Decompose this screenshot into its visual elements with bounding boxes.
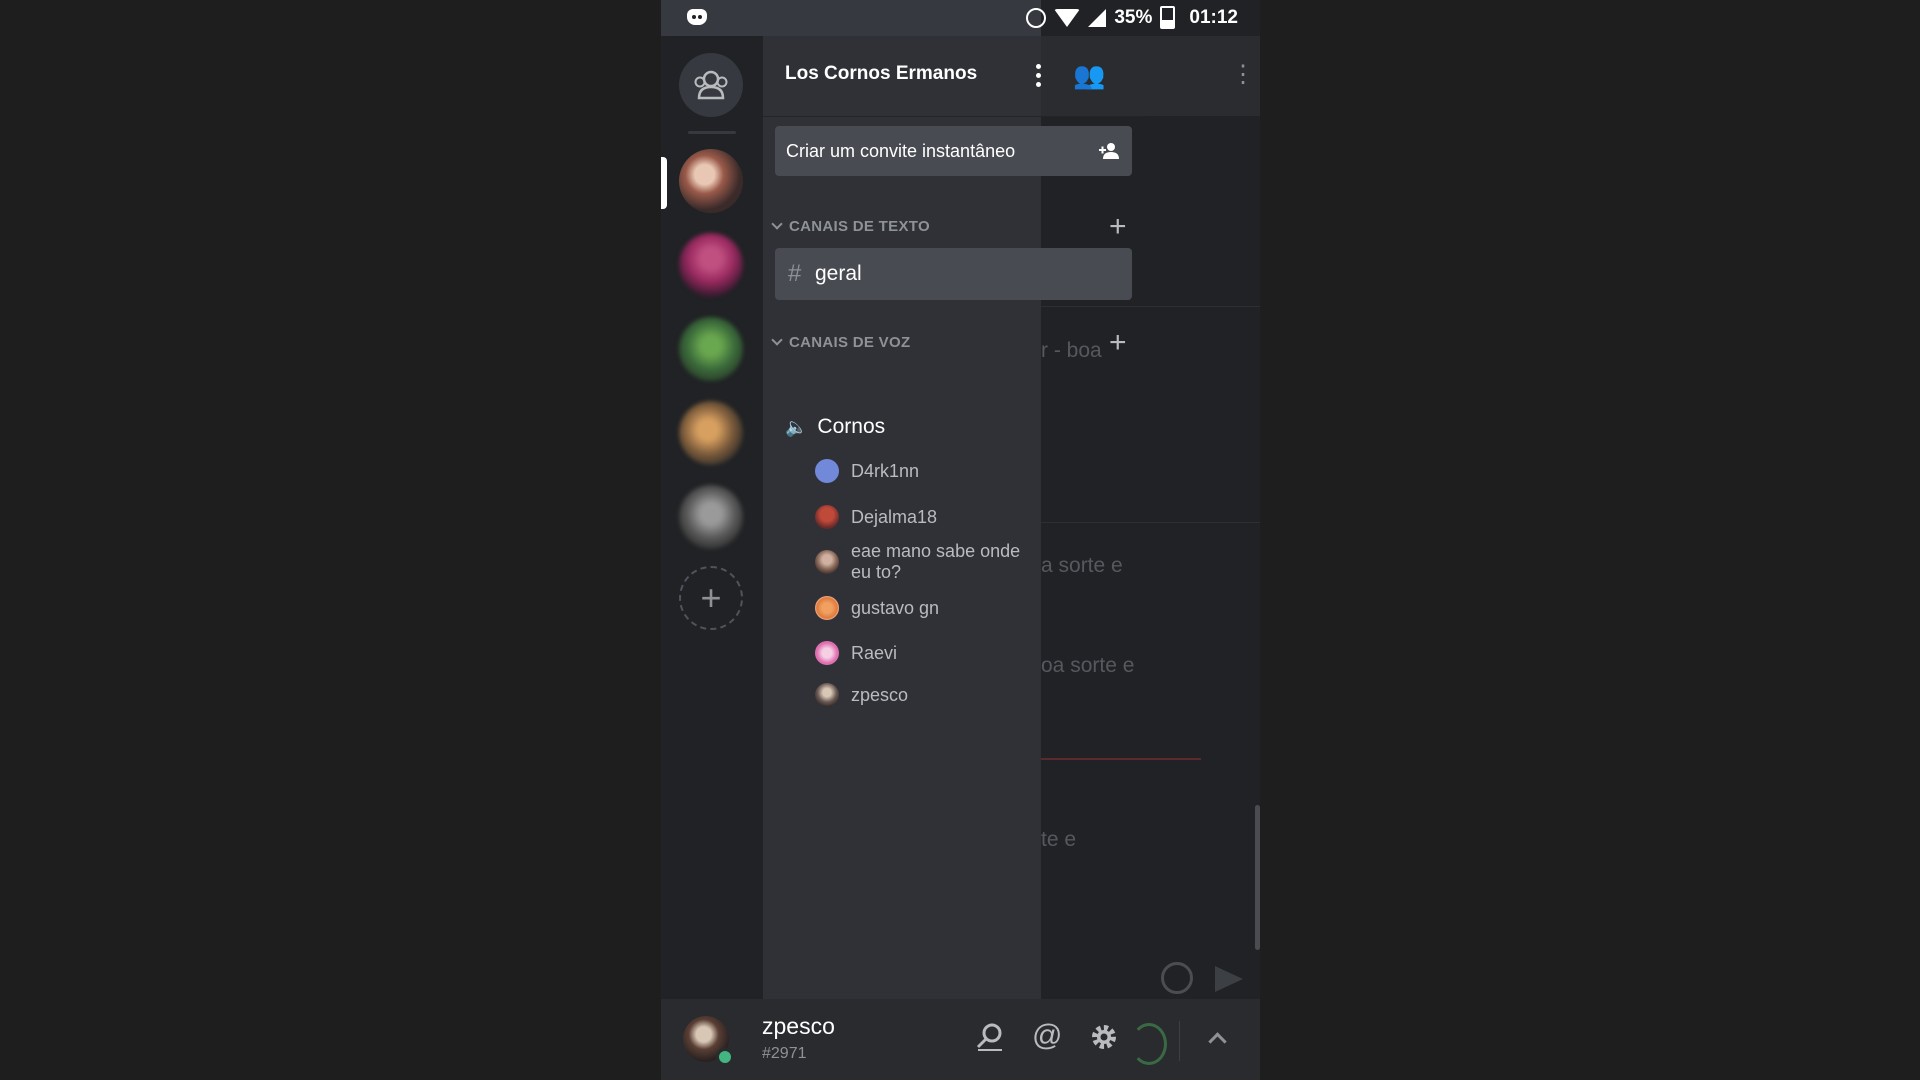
avatar — [815, 505, 839, 529]
friends-icon — [694, 70, 728, 100]
friends-home-button[interactable] — [679, 53, 743, 117]
server-icon[interactable] — [679, 317, 743, 381]
voice-channels-category[interactable]: CANAIS DE VOZ — [771, 334, 910, 351]
selected-server-indicator — [661, 157, 667, 209]
send-icon[interactable] — [1215, 966, 1243, 992]
chevron-down-icon — [771, 218, 783, 230]
clock: 01:12 — [1189, 6, 1238, 28]
server-icon-los-cornos[interactable] — [679, 149, 743, 213]
chat-scrollbar[interactable] — [1255, 805, 1260, 950]
voice-member[interactable]: D4rk1nn — [815, 457, 919, 485]
phone-screen: 👥 ⋮ r - boa a sorte e oa sorte e te e 35… — [661, 0, 1260, 1080]
status-bar: 35% 01:12 — [661, 0, 1260, 36]
search-icon[interactable] — [974, 1021, 1006, 1053]
hash-icon: # — [788, 260, 802, 287]
text-channels-category[interactable]: CANAIS DE TEXTO — [771, 218, 930, 235]
server-rail: + — [661, 36, 763, 999]
alarm-icon — [1026, 7, 1047, 28]
voice-member[interactable]: gustavo gn — [815, 594, 939, 622]
chevron-down-icon — [771, 334, 783, 346]
voice-member[interactable]: eae mano sabe onde eu to? — [815, 541, 1041, 582]
member-name: zpesco — [851, 684, 909, 705]
category-label: CANAIS DE VOZ — [789, 334, 911, 351]
voice-member[interactable]: Dejalma18 — [815, 503, 937, 531]
chat-avatar-partial — [1131, 1023, 1167, 1065]
add-person-icon — [1099, 143, 1119, 159]
message-divider — [1041, 306, 1260, 307]
speaker-icon: 🔈 — [785, 417, 808, 437]
server-icon[interactable] — [679, 401, 743, 465]
gear-icon[interactable] — [1088, 1021, 1120, 1053]
new-messages-line — [1041, 758, 1201, 760]
invite-label: Criar um convite instantâneo — [786, 141, 1016, 161]
create-invite-button[interactable]: Criar um convite instantâneo — [775, 126, 1132, 176]
avatar — [815, 550, 839, 574]
discord-notification-icon — [687, 9, 707, 25]
divider — [1179, 1021, 1180, 1061]
emoji-icon[interactable] — [1161, 962, 1193, 994]
avatar — [815, 683, 839, 707]
member-name: Raevi — [851, 642, 898, 663]
member-name: gustavo gn — [851, 597, 940, 618]
rail-separator — [688, 131, 736, 134]
member-name: Dejalma18 — [851, 506, 938, 527]
voice-channel-cornos[interactable]: 🔈 Cornos — [785, 415, 885, 439]
server-icon[interactable] — [679, 485, 743, 549]
user-panel: zpesco #2971 @ — [661, 999, 1260, 1080]
signal-icon — [1088, 8, 1107, 27]
add-voice-channel-icon[interactable]: + — [1109, 328, 1127, 358]
channel-name: geral — [815, 262, 862, 285]
chat-message-fragment: a sorte e — [1041, 554, 1123, 577]
voice-channel-name: Cornos — [817, 415, 886, 438]
chat-message-fragment: te e — [1041, 828, 1077, 851]
category-label: CANAIS DE TEXTO — [789, 218, 930, 235]
channel-drawer: Los Cornos Ermanos Criar um convite inst… — [763, 36, 1145, 999]
server-header[interactable]: Los Cornos Ermanos — [763, 36, 1145, 117]
chevron-up-icon[interactable] — [1208, 1032, 1227, 1051]
add-text-channel-icon[interactable]: + — [1109, 212, 1127, 242]
server-menu-icon[interactable] — [1033, 64, 1043, 91]
plus-icon: + — [700, 577, 722, 618]
avatar — [815, 596, 839, 620]
chat-menu-icon[interactable]: ⋮ — [1231, 60, 1255, 89]
chat-message-fragment: oa sorte e — [1041, 654, 1135, 677]
chat-message-fragment: r - boa — [1041, 339, 1102, 362]
username: zpesco — [762, 1013, 835, 1039]
voice-member[interactable]: Raevi — [815, 639, 897, 667]
online-status-dot — [716, 1048, 734, 1066]
mentions-icon[interactable]: @ — [1032, 1019, 1062, 1053]
add-server-button[interactable]: + — [679, 566, 743, 630]
wifi-icon — [1054, 8, 1081, 27]
message-divider — [1041, 522, 1260, 523]
member-name: D4rk1nn — [851, 460, 920, 481]
avatar — [815, 641, 839, 665]
channel-item-geral[interactable]: # geral — [775, 248, 1132, 300]
avatar — [815, 459, 839, 483]
server-name: Los Cornos Ermanos — [785, 63, 978, 84]
user-discriminator: #2971 — [762, 1045, 807, 1062]
voice-member[interactable]: zpesco — [815, 681, 908, 709]
battery-icon — [1160, 6, 1176, 29]
member-name: eae mano sabe onde eu to? — [851, 541, 1021, 582]
battery-percent: 35% — [1114, 6, 1153, 28]
server-icon[interactable] — [679, 233, 743, 297]
